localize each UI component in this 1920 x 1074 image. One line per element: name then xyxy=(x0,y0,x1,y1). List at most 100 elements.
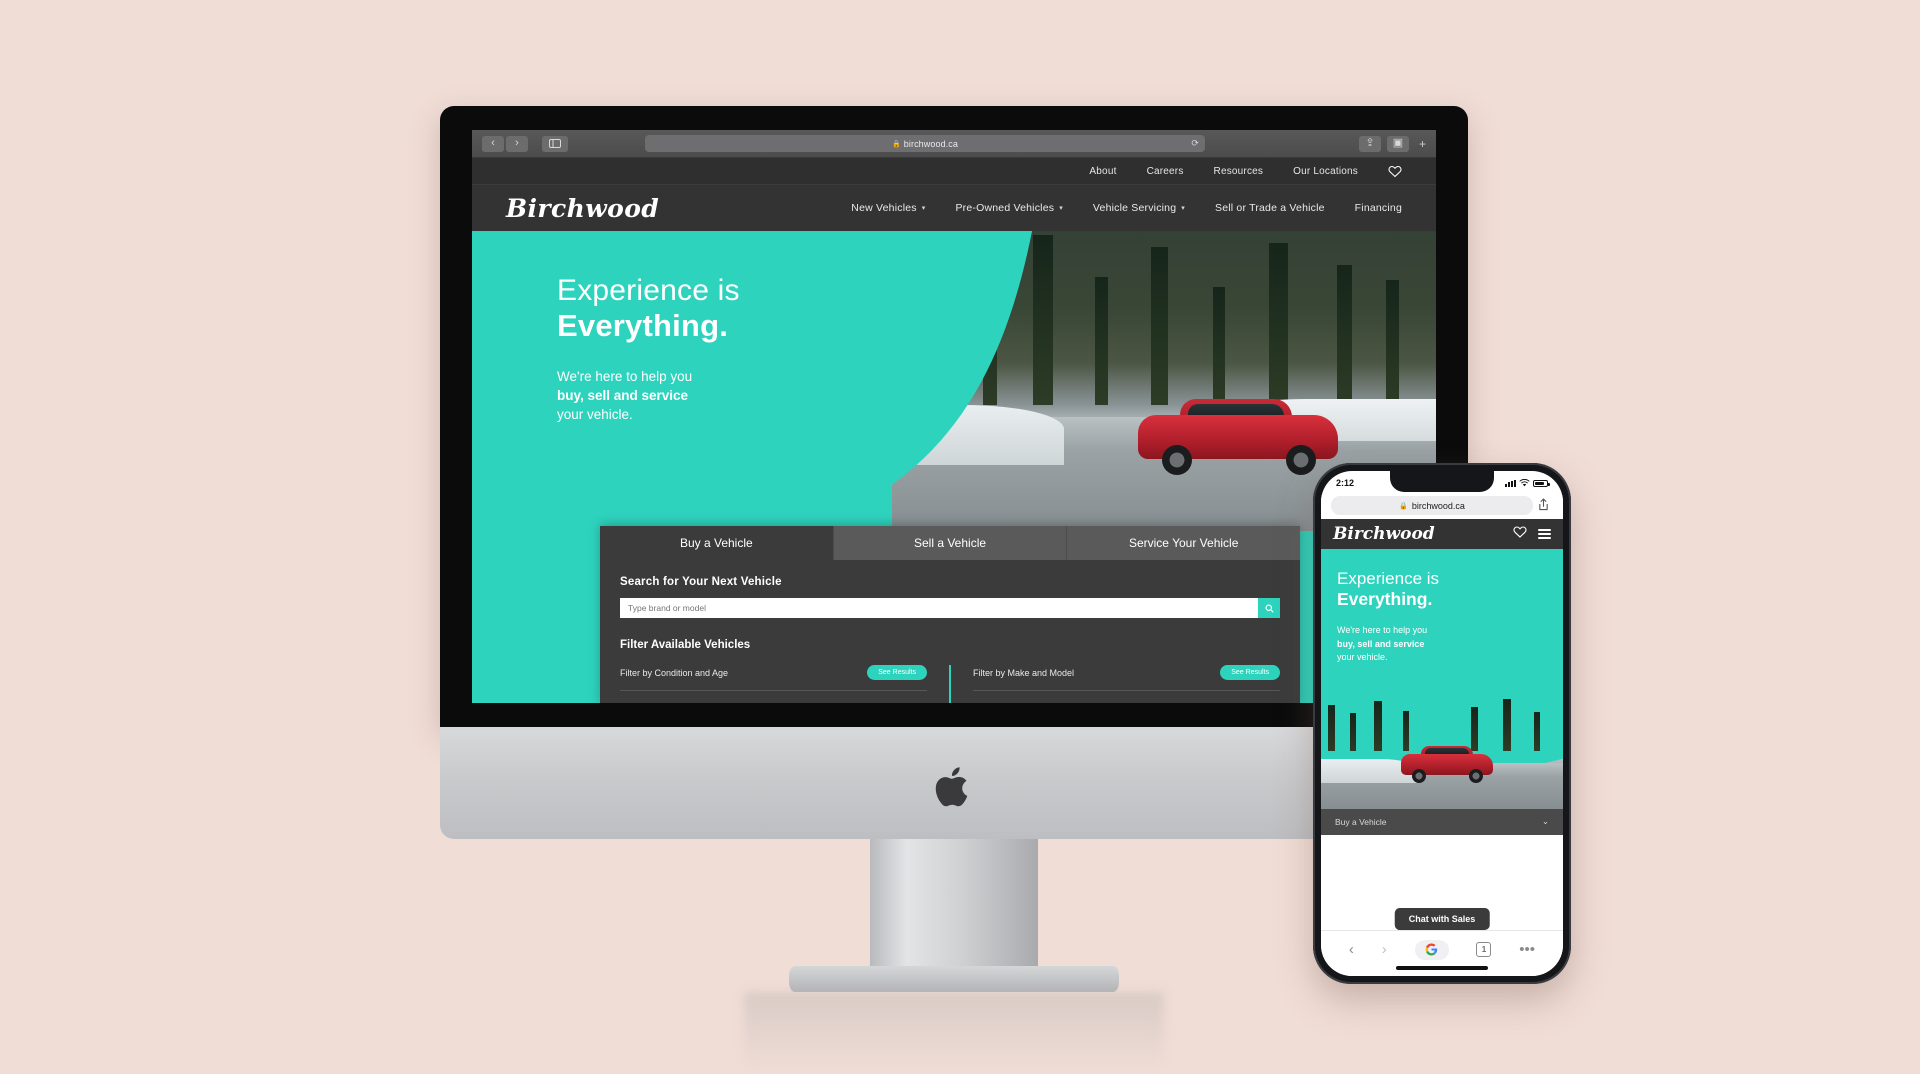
iphone-address-bar-row: 🔒 birchwood.ca xyxy=(1321,495,1563,519)
nav-item-label: Pre-Owned Vehicles xyxy=(955,202,1055,214)
nav-item-pre-owned-vehicles[interactable]: Pre-Owned Vehicles ▾ xyxy=(955,202,1062,214)
tree-shape xyxy=(1533,712,1540,752)
search-heading: Search for Your Next Vehicle xyxy=(620,576,782,588)
lock-icon: 🔒 xyxy=(1399,502,1408,510)
imac-screen: ‹ › 🔒 birchwood.ca ⟳ ⇪ ▣ + About Careers… xyxy=(472,130,1436,703)
cellular-icon xyxy=(1505,479,1516,487)
search-row xyxy=(620,598,1280,618)
filter-condition-column: Filter by Condition and Age See Results … xyxy=(620,665,949,703)
safari-bottom-toolbar: ‹ › 1 ••• xyxy=(1321,930,1563,976)
utility-nav-item-careers[interactable]: Careers xyxy=(1147,166,1184,177)
toolbar-right-group: ⇪ ▣ + xyxy=(1358,135,1426,152)
tab-sell-a-vehicle[interactable]: Sell a Vehicle xyxy=(833,526,1068,560)
share-icon[interactable]: ⇪ xyxy=(1358,135,1381,152)
utility-nav-item-our-locations[interactable]: Our Locations xyxy=(1293,166,1358,177)
vehicle-search-panel: Buy a Vehicle Sell a Vehicle Service You… xyxy=(600,526,1301,703)
tab-service-your-vehicle[interactable]: Service Your Vehicle xyxy=(1067,526,1301,560)
forward-icon[interactable]: › xyxy=(506,135,528,152)
divider xyxy=(620,690,927,691)
tree-shape xyxy=(1336,265,1352,405)
tree-shape xyxy=(1403,711,1410,752)
tab-buy-a-vehicle[interactable]: Buy a Vehicle xyxy=(600,526,834,560)
see-results-button-make-model[interactable]: See Results xyxy=(1220,665,1280,680)
tree-shape xyxy=(884,285,897,405)
tree-shape xyxy=(1095,277,1108,405)
tree-shape xyxy=(1150,247,1168,405)
search-input[interactable] xyxy=(620,598,1258,618)
lock-icon: 🔒 xyxy=(891,140,901,148)
hero-vehicle-image xyxy=(1400,746,1493,784)
hamburger-icon[interactable] xyxy=(1538,529,1551,539)
site-logo[interactable]: Birchwood xyxy=(1333,524,1435,544)
iphone-nav-icons xyxy=(1513,525,1551,543)
share-icon[interactable] xyxy=(1533,497,1553,514)
tab-overview-icon[interactable]: ▣ xyxy=(1386,135,1409,152)
google-icon[interactable] xyxy=(1414,939,1449,960)
site-logo[interactable]: Birchwood xyxy=(506,194,659,223)
search-icon[interactable] xyxy=(1258,598,1280,618)
hero-subtext: We're here to help you buy, sell and ser… xyxy=(557,367,740,424)
utility-nav: About Careers Resources Our Locations xyxy=(472,158,1436,185)
filter-make-model-column: Filter by Make and Model See Results Mak… xyxy=(949,665,1280,703)
main-navigation: Birchwood New Vehicles ▾ Pre-Owned Vehic… xyxy=(472,185,1436,231)
hero-headline-light: Experience is xyxy=(1337,569,1440,588)
url-text: birchwood.ca xyxy=(1411,500,1465,511)
nav-item-label: New Vehicles xyxy=(851,202,917,214)
tree-shape xyxy=(1350,713,1357,752)
utility-nav-item-resources[interactable]: Resources xyxy=(1214,166,1264,177)
back-icon[interactable]: ‹ xyxy=(1349,941,1354,958)
hero-sub-line1: We're here to help you xyxy=(557,368,693,384)
tree-shape xyxy=(1502,699,1511,752)
nav-item-label: Financing xyxy=(1354,202,1402,214)
hero-vehicle-image xyxy=(1138,399,1339,477)
see-results-button-condition[interactable]: See Results xyxy=(867,665,927,680)
hero-sub-line3: your vehicle. xyxy=(1337,652,1388,663)
imac-reflection xyxy=(744,992,1164,1072)
panel-tabs: Buy a Vehicle Sell a Vehicle Service You… xyxy=(600,526,1301,560)
iphone-address-bar[interactable]: 🔒 birchwood.ca xyxy=(1331,496,1533,515)
status-time: 2:12 xyxy=(1336,478,1355,488)
forward-icon[interactable]: › xyxy=(1382,941,1387,958)
hero-subtext: We're here to help you buy, sell and ser… xyxy=(1337,624,1547,665)
home-indicator xyxy=(1396,966,1488,970)
address-bar[interactable]: 🔒 birchwood.ca ⟳ xyxy=(644,135,1205,152)
new-tab-icon[interactable]: + xyxy=(1419,137,1426,151)
reload-icon[interactable]: ⟳ xyxy=(1191,138,1199,149)
iphone-screen: 2:12 🔒 birchwood.ca Birchwood Experience… xyxy=(1321,471,1563,976)
safari-toolbar: ‹ › 🔒 birchwood.ca ⟳ ⇪ ▣ + xyxy=(472,130,1436,158)
tab-count-button[interactable]: 1 xyxy=(1476,942,1492,957)
tab-label: Buy a Vehicle xyxy=(1335,816,1387,827)
heart-icon[interactable] xyxy=(1513,525,1527,543)
utility-nav-item-about[interactable]: About xyxy=(1089,166,1116,177)
nav-item-new-vehicles[interactable]: New Vehicles ▾ xyxy=(851,202,925,214)
hero-headline-bold: Everything. xyxy=(557,308,729,344)
hero-sub-line2: buy, sell and service xyxy=(1337,638,1425,649)
hero-sub-line2: buy, sell and service xyxy=(557,388,689,404)
url-text: birchwood.ca xyxy=(903,138,959,149)
chat-with-sales-button[interactable]: Chat with Sales xyxy=(1394,908,1490,930)
chevron-down-icon: ▾ xyxy=(1059,205,1063,212)
apple-logo-icon xyxy=(935,767,968,807)
filter-heading: Filter Available Vehicles xyxy=(620,639,751,651)
tree-shape xyxy=(1212,287,1225,405)
nav-item-vehicle-servicing[interactable]: Vehicle Servicing ▾ xyxy=(1093,202,1185,214)
chevron-down-icon: ▾ xyxy=(921,205,926,212)
sidebar-toggle-icon[interactable] xyxy=(542,135,568,152)
tree-shape xyxy=(1471,707,1479,752)
nav-item-sell-or-trade-a-vehicle[interactable]: Sell or Trade a Vehicle xyxy=(1215,202,1325,214)
panel-body: Search for Your Next Vehicle Filter Avai… xyxy=(600,560,1300,703)
snow-bank-left xyxy=(816,405,1064,465)
filter-make-model-label: Filter by Make and Model xyxy=(973,667,1075,678)
nav-item-financing[interactable]: Financing xyxy=(1355,202,1402,214)
filter-columns: Filter by Condition and Age See Results … xyxy=(620,665,1280,703)
back-icon[interactable]: ‹ xyxy=(482,135,504,152)
more-options-icon[interactable]: ••• xyxy=(1519,941,1535,958)
nav-item-label: Sell or Trade a Vehicle xyxy=(1215,202,1325,214)
heart-icon[interactable] xyxy=(1388,164,1402,178)
tree-shape xyxy=(1328,705,1336,752)
wifi-icon xyxy=(1519,479,1530,487)
iphone-hero-photo xyxy=(1321,688,1563,809)
website-viewport: About Careers Resources Our Locations Bi… xyxy=(472,158,1436,703)
iphone-tab-buy-a-vehicle[interactable]: Buy a Vehicle ⌄ xyxy=(1321,808,1563,835)
tree-shape xyxy=(983,270,998,405)
